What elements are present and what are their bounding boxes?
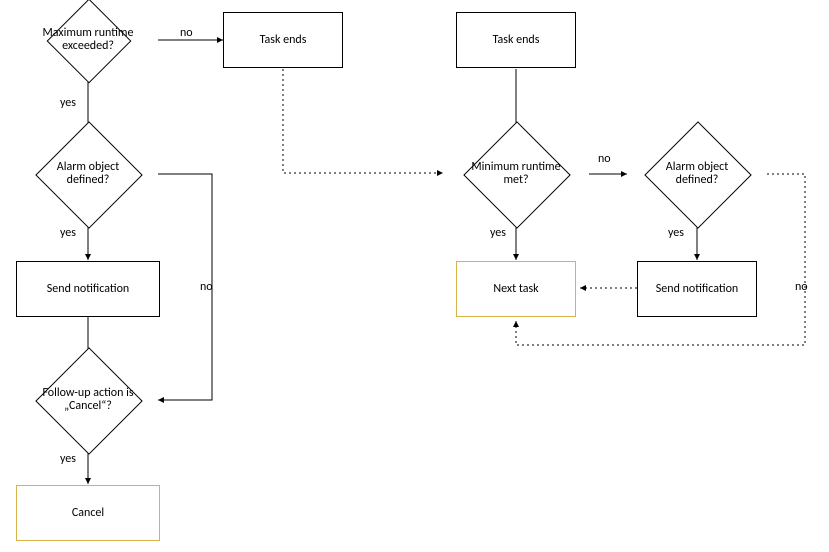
box-send-notification-left: Send notification	[16, 261, 160, 317]
edge-max-runtime-no: no	[180, 26, 193, 40]
decision-alarm-left-label: Alarm object defined?	[30, 137, 146, 211]
decision-follow-up-label: Follow-up action is „Cancel“?	[30, 363, 146, 437]
box-task-ends-left: Task ends	[223, 12, 343, 68]
edge-alarm-left-yes: yes	[60, 226, 76, 240]
box-cancel-label: Cancel	[72, 506, 104, 520]
edge-max-runtime-yes: yes	[60, 96, 76, 110]
decision-alarm-left: Alarm object defined?	[30, 137, 146, 211]
edge-min-runtime-yes: yes	[490, 226, 506, 240]
box-next-task-label: Next task	[493, 282, 538, 296]
decision-follow-up: Follow-up action is „Cancel“?	[30, 363, 146, 437]
box-task-ends-right-label: Task ends	[493, 33, 540, 47]
box-task-ends-left-label: Task ends	[260, 33, 307, 47]
box-task-ends-right: Task ends	[456, 12, 576, 68]
edge-alarm-right-no: no	[795, 280, 808, 294]
box-next-task: Next task	[456, 261, 576, 317]
edge-alarm-left-no: no	[200, 280, 213, 294]
box-send-notification-left-label: Send notification	[47, 282, 129, 296]
edge-min-runtime-no: no	[598, 152, 611, 166]
edge-alarm-right-yes: yes	[668, 226, 684, 240]
box-cancel: Cancel	[16, 485, 160, 541]
decision-min-runtime: Minimum runtime met?	[452, 137, 580, 211]
decision-alarm-right-label: Alarm object defined?	[639, 137, 755, 211]
decision-alarm-right: Alarm object defined?	[639, 137, 755, 211]
edge-followup-yes: yes	[60, 452, 76, 466]
decision-max-runtime-label: Maximum runtime exceeded?	[30, 11, 146, 69]
box-send-notification-right-label: Send notification	[656, 282, 738, 296]
decision-max-runtime: Maximum runtime exceeded?	[30, 11, 146, 69]
box-send-notification-right: Send notification	[637, 261, 757, 317]
decision-min-runtime-label: Minimum runtime met?	[452, 137, 580, 211]
